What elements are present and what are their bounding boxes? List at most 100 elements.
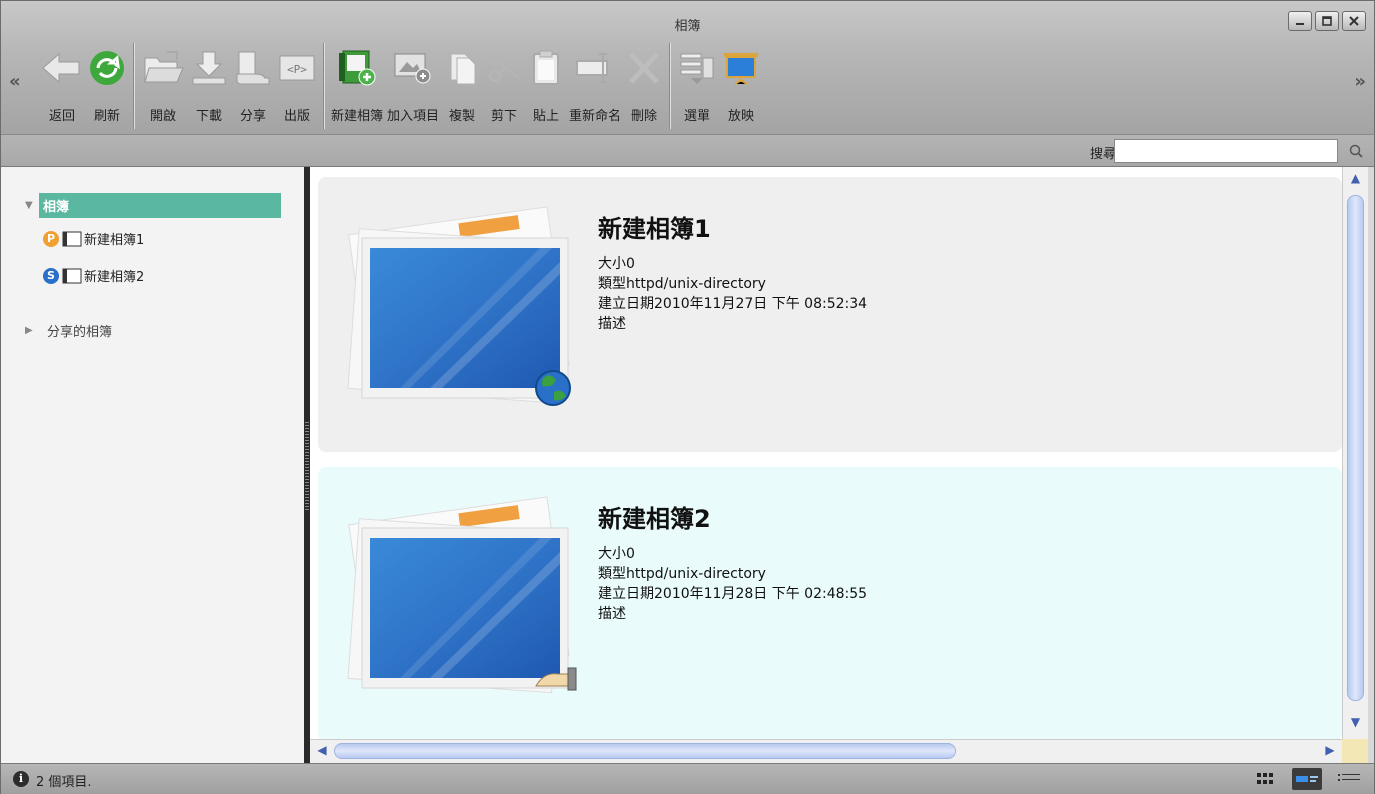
album-card-2[interactable]: 新建相簿2 大小0 類型httpd/unix-directory 建立日期201… — [318, 467, 1342, 739]
status-bar: i 2 個項目. — [1, 763, 1374, 794]
album-type: 類型httpd/unix-directory — [598, 276, 766, 292]
album-card-1[interactable]: 新建相簿1 大小0 類型httpd/unix-directory 建立日期201… — [318, 177, 1342, 452]
scroll-down-button[interactable]: ▼ — [1347, 715, 1364, 731]
status-text: 2 個項目. — [36, 775, 92, 790]
vertical-scroll-thumb[interactable] — [1347, 195, 1364, 701]
maximize-icon — [1322, 16, 1332, 26]
delete-label: 刪除 — [631, 109, 658, 124]
horizontal-scroll-thumb[interactable] — [334, 743, 956, 759]
expanded-triangle-icon[interactable]: ▼ — [25, 200, 39, 211]
search-input[interactable] — [1114, 139, 1338, 163]
tree-root-shared-albums[interactable]: ▶ 分享的相簿 — [25, 321, 112, 340]
paste-icon — [533, 50, 560, 85]
svg-text:<P>: <P> — [287, 63, 307, 76]
vertical-scrollbar[interactable]: ▲ ▼ — [1342, 167, 1368, 739]
copy-button[interactable]: 複製 — [443, 43, 481, 124]
scroll-right-button[interactable]: ▶ — [1322, 743, 1338, 759]
grid-view-button[interactable] — [1250, 768, 1280, 790]
search-button[interactable] — [1344, 141, 1368, 161]
new-album-icon — [339, 50, 376, 86]
close-button[interactable] — [1342, 11, 1366, 31]
grid-view-icon — [1257, 773, 1273, 784]
open-label: 開啟 — [149, 109, 176, 124]
publish-button[interactable]: <P> 出版 — [277, 43, 317, 124]
slideshow-label: 放映 — [728, 109, 755, 124]
paste-button[interactable]: 貼上 — [527, 43, 565, 124]
publish-badge-icon: P — [43, 230, 59, 247]
album-thumbnail — [347, 206, 571, 406]
list-view-button[interactable] — [1334, 768, 1364, 790]
album-description: 描述 — [598, 316, 626, 332]
scroll-left-button[interactable]: ◀ — [314, 743, 330, 759]
back-button[interactable]: 返回 — [41, 43, 83, 124]
menu-icon — [680, 53, 714, 84]
horizontal-scrollbar[interactable]: ◀ ▶ — [310, 739, 1342, 763]
album-thumbnail — [347, 496, 577, 694]
collapsed-triangle-icon[interactable]: ▶ — [25, 325, 39, 336]
publish-label: 出版 — [283, 109, 310, 124]
cut-button[interactable]: 剪下 — [485, 43, 523, 124]
toolbar-separator — [669, 43, 672, 129]
paste-label: 貼上 — [533, 109, 560, 124]
share-button[interactable]: 分享 — [233, 43, 273, 124]
toolbar-separator — [323, 43, 325, 129]
tree-root-shared-label[interactable]: 分享的相簿 — [47, 321, 112, 340]
delete-icon — [629, 52, 659, 84]
album-description: 描述 — [598, 606, 626, 622]
open-button[interactable]: 開啟 — [141, 43, 185, 124]
menu-label: 選單 — [684, 109, 711, 124]
back-arrow-icon — [42, 52, 80, 84]
open-folder-icon — [144, 51, 184, 83]
toolbar-scroll-left-button[interactable]: « — [9, 71, 21, 92]
download-icon — [192, 51, 226, 85]
maximize-button[interactable] — [1315, 11, 1339, 31]
delete-button[interactable]: 刪除 — [625, 43, 663, 124]
album-book-icon — [62, 268, 82, 283]
splitter-grip[interactable] — [305, 422, 309, 512]
album-book-icon — [62, 231, 82, 246]
download-button[interactable]: 下載 — [189, 43, 229, 124]
add-item-icon — [394, 53, 431, 84]
toolbar-items: 返回 刷新 開啟 下載 分享 <P> 出版 新建相簿 加入項目 複製 剪下 貼上… — [39, 43, 763, 133]
window-title: 相簿 — [674, 19, 701, 34]
rename-button[interactable]: 重新命名 — [569, 43, 621, 124]
scroll-up-button[interactable]: ▲ — [1347, 171, 1364, 187]
album-type: 類型httpd/unix-directory — [598, 566, 766, 582]
sidebar-item-album-2[interactable]: S 新建相簿2 — [43, 266, 144, 285]
copy-icon — [450, 53, 476, 85]
minimize-button[interactable] — [1288, 11, 1312, 31]
sidebar-item-label: 新建相簿1 — [84, 233, 145, 248]
menu-button[interactable]: 選單 — [677, 43, 717, 124]
sidebar-item-label: 新建相簿2 — [84, 270, 145, 285]
slideshow-button[interactable]: 放映 — [721, 43, 761, 124]
cut-label: 剪下 — [491, 109, 518, 124]
new-album-button[interactable]: 新建相簿 — [331, 43, 383, 124]
rename-icon — [576, 53, 609, 83]
share-badge-icon: S — [43, 267, 59, 284]
album-name[interactable]: 新建相簿2 — [598, 499, 867, 534]
toolbar-scroll-right-button[interactable]: » — [1354, 71, 1366, 92]
tree-root-albums[interactable]: ▼ 相簿 — [25, 193, 281, 218]
refresh-button[interactable]: 刷新 — [87, 43, 127, 124]
refresh-label: 刷新 — [93, 109, 120, 124]
add-item-label: 加入項目 — [387, 109, 440, 124]
album-info: 新建相簿2 大小0 類型httpd/unix-directory 建立日期201… — [598, 499, 867, 624]
view-mode-buttons — [1250, 768, 1364, 790]
close-icon — [1349, 16, 1359, 26]
minimize-icon — [1296, 23, 1304, 25]
refresh-icon — [90, 51, 124, 85]
search-icon — [1349, 144, 1363, 158]
tree-root-albums-label[interactable]: 相簿 — [39, 193, 281, 218]
slideshow-icon — [724, 53, 759, 85]
search-label: 搜尋 — [1089, 147, 1116, 162]
publish-p-icon: <P> — [279, 55, 315, 81]
sidebar — [1, 167, 304, 763]
sidebar-item-album-1[interactable]: P 新建相簿1 — [43, 229, 144, 248]
album-info: 新建相簿1 大小0 類型httpd/unix-directory 建立日期201… — [598, 209, 867, 334]
add-item-button[interactable]: 加入項目 — [387, 43, 439, 124]
album-name[interactable]: 新建相簿1 — [598, 209, 867, 244]
album-created-date: 建立日期2010年11月27日 下午 08:52:34 — [598, 296, 868, 312]
new-album-label: 新建相簿 — [331, 109, 384, 124]
scrollbar-corner — [1342, 739, 1368, 763]
detail-view-button[interactable] — [1292, 768, 1322, 790]
